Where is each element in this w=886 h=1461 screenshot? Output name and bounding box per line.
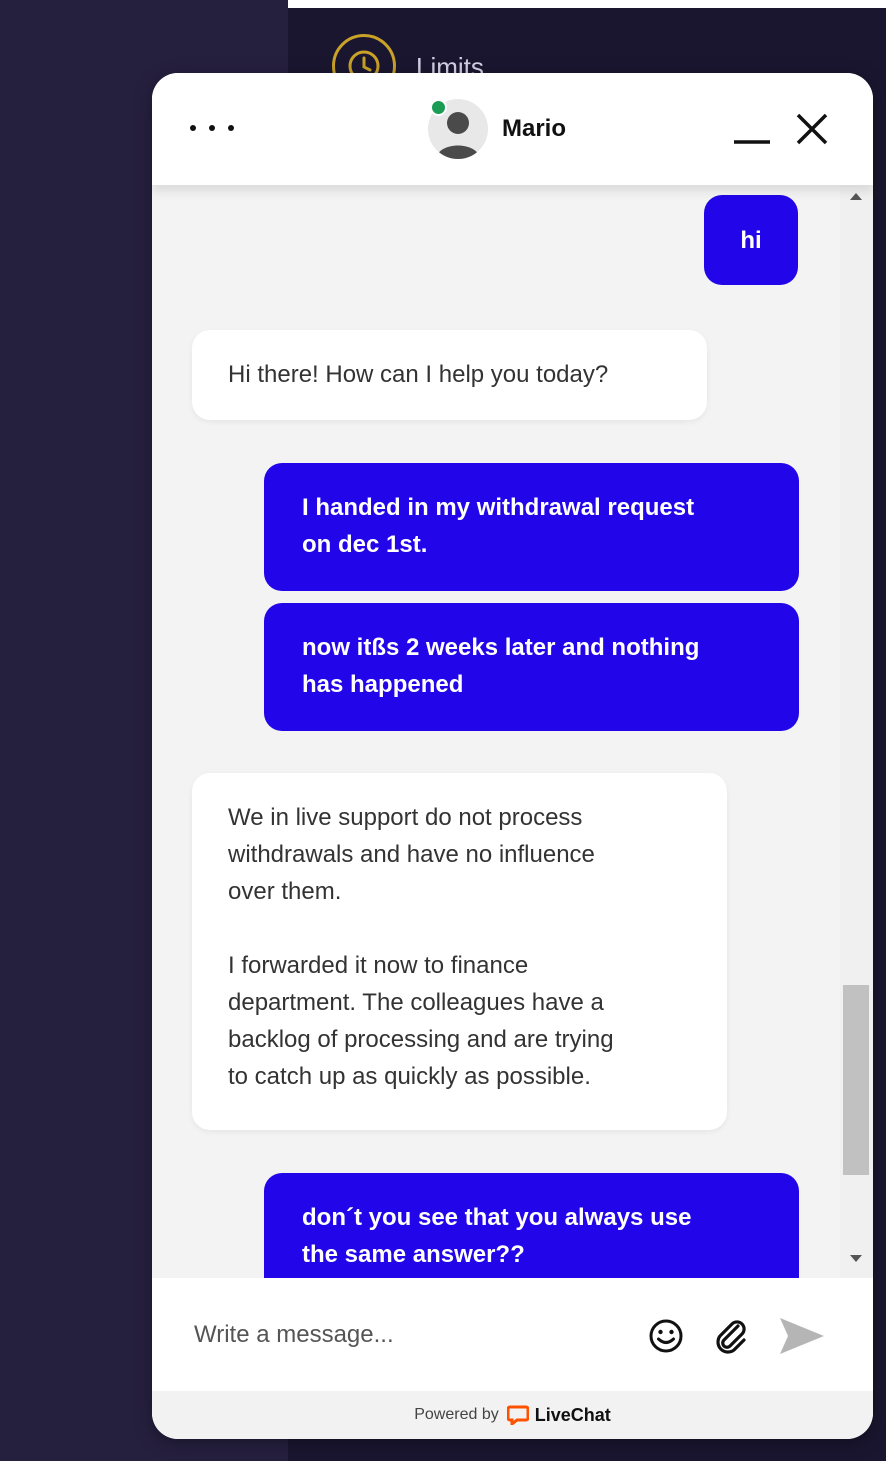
more-dots-icon <box>190 125 196 131</box>
agent-info: Mario <box>428 99 566 159</box>
powered-by-label: Powered by <box>414 1406 499 1423</box>
emoji-icon <box>649 1319 683 1353</box>
close-button[interactable] <box>792 109 832 149</box>
visitor-message: hi <box>704 195 798 285</box>
minimize-button[interactable] <box>732 109 772 149</box>
attach-file-button[interactable] <box>712 1316 750 1354</box>
emoji-button[interactable] <box>648 1318 684 1354</box>
chat-header: Mario <box>152 73 873 185</box>
send-button[interactable] <box>778 1316 826 1356</box>
scroll-down-arrow-icon[interactable] <box>850 1255 862 1262</box>
message-list[interactable]: hi Hi there! How can I help you today? I… <box>152 185 840 1278</box>
livechat-logo-icon <box>506 1405 529 1425</box>
visitor-message: now itßs 2 weeks later and nothing has h… <box>264 603 799 731</box>
message-composer <box>152 1278 873 1391</box>
livechat-brand[interactable]: LiveChat <box>535 1405 611 1426</box>
agent-message: We in live support do not process withdr… <box>192 773 727 1130</box>
online-status-icon <box>430 99 447 116</box>
scrollbar-thumb[interactable] <box>843 985 869 1175</box>
scroll-up-arrow-icon[interactable] <box>850 193 862 200</box>
message-scrollbar[interactable] <box>840 185 873 1278</box>
paperclip-icon <box>716 1320 746 1354</box>
visitor-message: don´t you see that you always use the sa… <box>264 1173 799 1278</box>
page-top-strip <box>288 0 886 8</box>
widget-footer: Powered by LiveChat <box>152 1391 873 1439</box>
more-options-button[interactable] <box>190 113 234 143</box>
minimize-icon <box>734 140 770 144</box>
visitor-message: I handed in my withdrawal request on dec… <box>264 463 799 591</box>
agent-name: Mario <box>502 115 567 142</box>
send-icon <box>780 1318 824 1354</box>
close-icon <box>796 113 828 145</box>
agent-message: Hi there! How can I help you today? <box>192 330 707 420</box>
message-input[interactable] <box>192 1314 636 1356</box>
chat-widget: Mario hi Hi there! How can I help you to… <box>152 73 873 1439</box>
